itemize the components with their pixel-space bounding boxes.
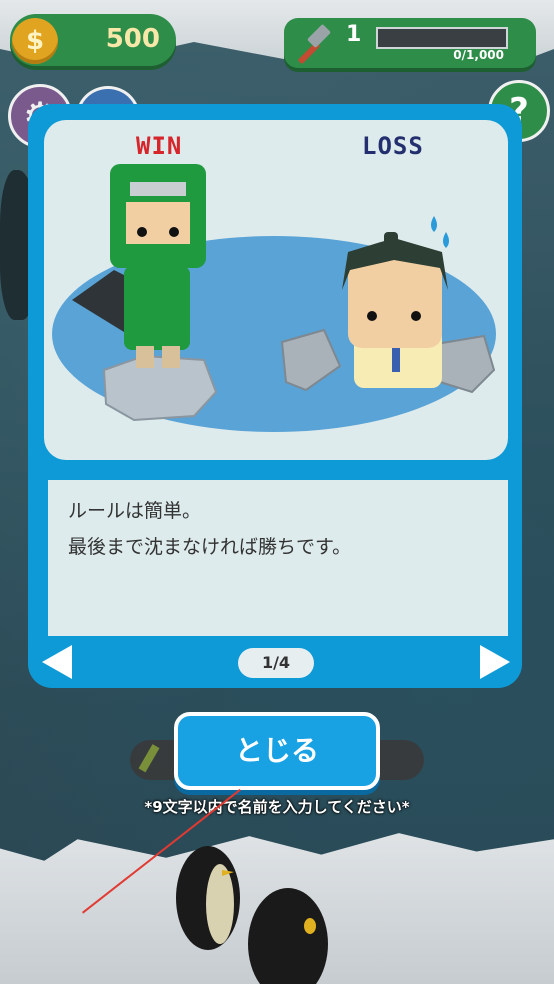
- tutorial-illustration: [44, 120, 508, 460]
- win-label: WIN: [136, 132, 183, 160]
- ninja-body: [124, 266, 190, 350]
- coin-icon: $: [12, 18, 58, 64]
- ice-block-win: [102, 354, 218, 422]
- coin-value: 500: [105, 24, 160, 54]
- ice-fragment-right: [434, 334, 496, 394]
- xp-text: 0/1,000: [453, 48, 504, 62]
- prev-arrow-icon[interactable]: [42, 645, 72, 679]
- rule-text-line-1: ルールは簡単。: [68, 500, 202, 522]
- xp-progress-bar: [376, 27, 508, 49]
- close-button[interactable]: とじる: [174, 712, 380, 790]
- pencil-icon: [138, 744, 160, 773]
- next-arrow-icon[interactable]: [480, 645, 510, 679]
- penguins: [176, 846, 328, 984]
- name-hint: *9文字以内で名前を入力してください*: [144, 798, 410, 816]
- boy-head: [348, 256, 442, 348]
- hammer-icon: [298, 24, 331, 64]
- level-number: 1: [346, 22, 362, 47]
- page-indicator: 1/4: [238, 648, 314, 678]
- loss-label: LOSS: [362, 132, 424, 160]
- penguin-2: [248, 888, 328, 984]
- sweat-drop: [431, 216, 437, 232]
- rule-text-line-2: 最後まで沈まなければ勝ちです。: [68, 536, 352, 558]
- win-loss-scene: [52, 164, 496, 432]
